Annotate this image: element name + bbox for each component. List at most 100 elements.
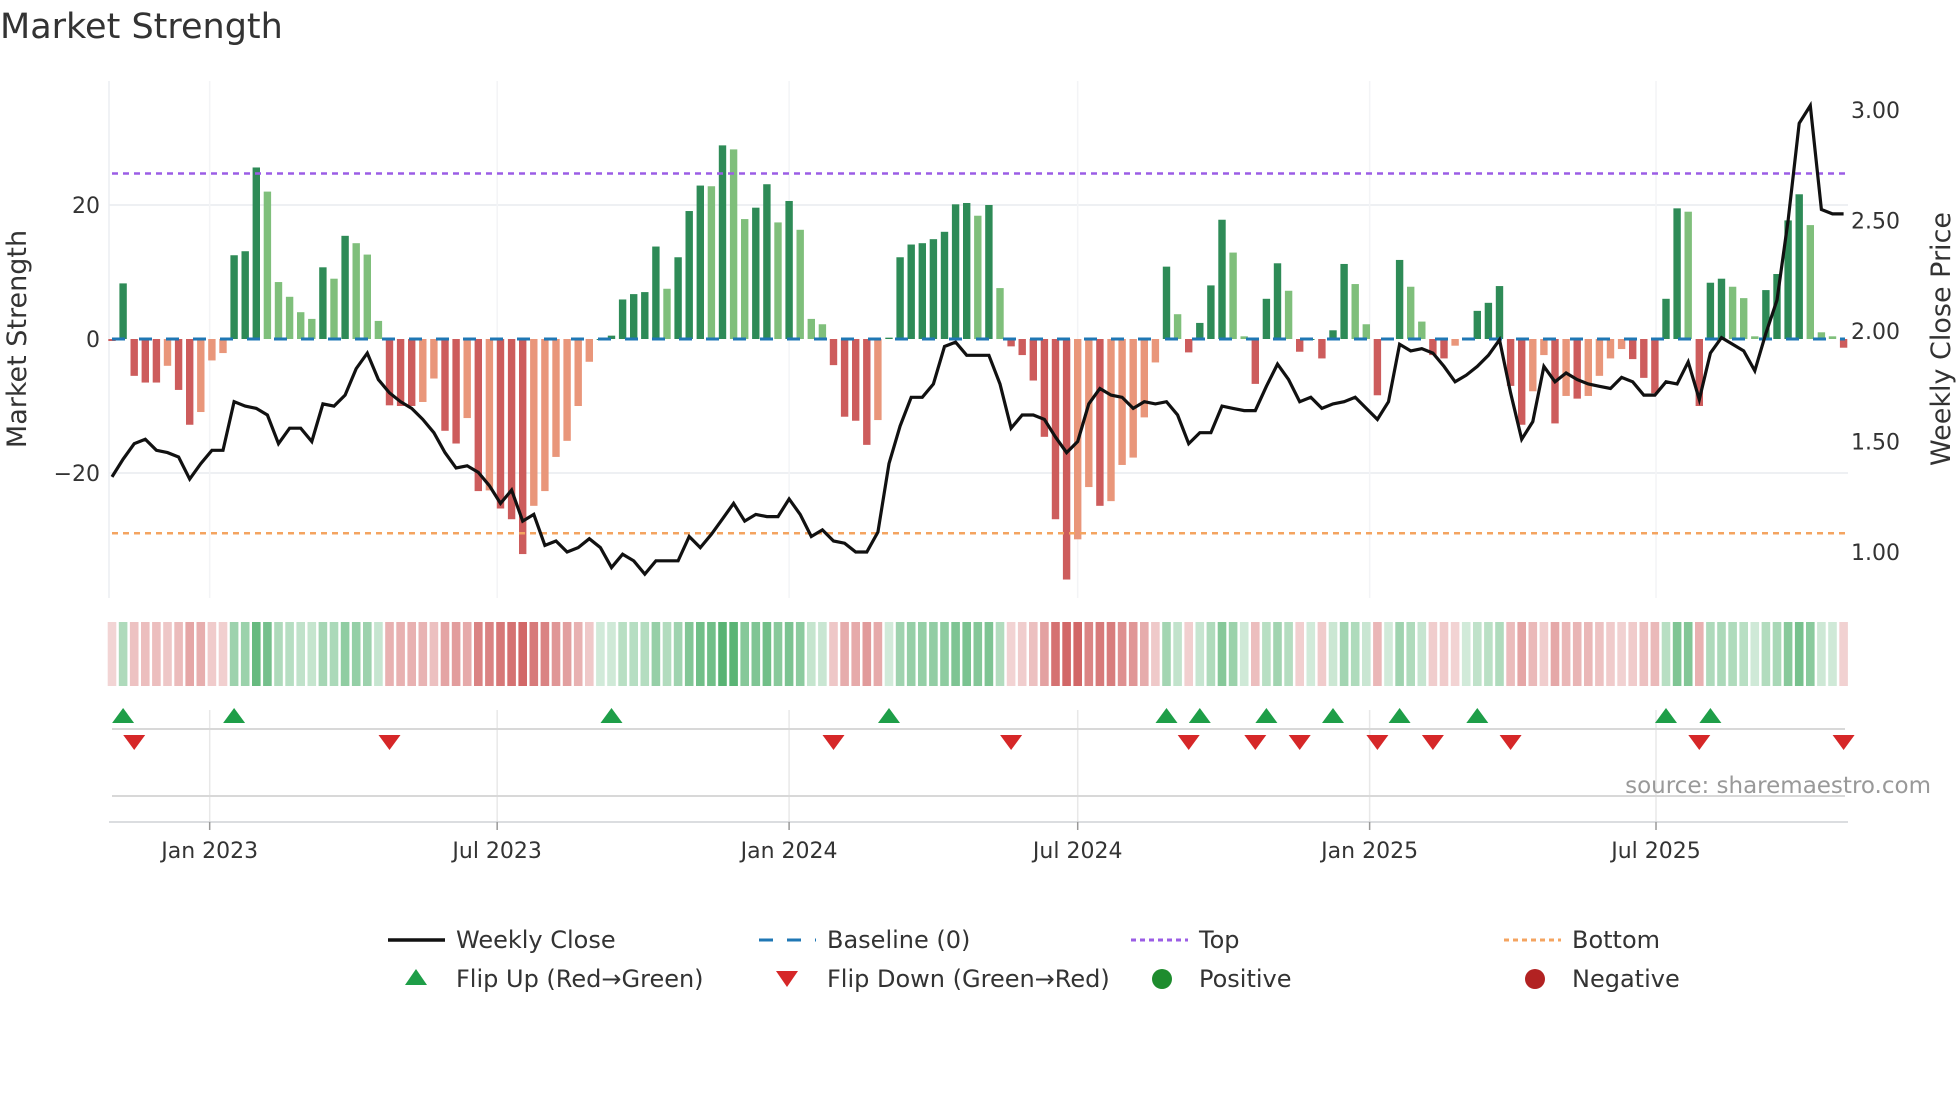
strip-cell (1695, 622, 1704, 686)
strip-cell (529, 622, 539, 686)
strength-bar (297, 312, 305, 339)
strength-bar (341, 235, 349, 339)
legend-label: Bottom (1572, 926, 1660, 954)
strength-bar (174, 339, 183, 390)
chart-title: Market Strength (0, 7, 283, 47)
strength-bar (1207, 285, 1215, 339)
strip-cell (640, 622, 650, 686)
triangle-up-icon (405, 969, 427, 985)
legend-label: Weekly Close (456, 926, 616, 954)
strength-bar (829, 339, 838, 366)
flip-up-marker (1155, 708, 1178, 723)
strength-bar (1540, 339, 1548, 356)
strip-cell (1572, 622, 1582, 686)
strength-bar (374, 320, 383, 339)
strength-bar (1262, 298, 1271, 339)
strip-cell (1084, 622, 1094, 686)
y-tick-label: 0 (86, 328, 100, 353)
strip-cell (740, 622, 749, 686)
strength-bar (419, 339, 427, 402)
strip-cell (1650, 622, 1660, 686)
legend-label: Top (1198, 926, 1240, 954)
strength-bar (1595, 339, 1604, 376)
strip-cell (1439, 622, 1449, 686)
flip-up-marker (878, 708, 900, 723)
strip-cell (1839, 622, 1848, 686)
strength-bar (685, 211, 693, 339)
strip-cell (1739, 622, 1748, 686)
strip-cell (1128, 622, 1138, 686)
strip-cell (918, 622, 927, 686)
strength-bar (1140, 339, 1148, 418)
strip-cell (1306, 622, 1316, 686)
strip-cell (1117, 622, 1127, 686)
legend-label: Flip Down (Green→Red) (827, 965, 1110, 993)
legend-item-flip_up: Flip Up (Red→Green) (405, 965, 704, 993)
strip-cell (1606, 622, 1615, 686)
strip-cell (573, 622, 583, 686)
flip-up-marker (1655, 708, 1677, 723)
x-tick-label: Jul 2024 (1031, 839, 1123, 864)
strength-bar (1395, 259, 1404, 339)
strength-bar (1273, 263, 1282, 339)
flip-down-marker (123, 735, 146, 750)
strength-bar (896, 257, 904, 339)
strength-bar (974, 215, 982, 339)
flip-up-marker (1322, 708, 1344, 723)
strength-bar (618, 299, 627, 339)
strength-bar (674, 257, 682, 339)
strip-cell (129, 622, 139, 686)
strength-bar (652, 246, 660, 339)
strength-bar (1362, 324, 1370, 339)
strength-bar (274, 282, 283, 339)
strength-bar (1518, 339, 1526, 425)
strip-cell (1339, 622, 1349, 686)
strip-cell (1417, 622, 1427, 686)
strip-cell (1073, 622, 1082, 686)
source-label: source: sharemaestro.com (1625, 773, 1931, 799)
flip-down-marker (1000, 735, 1023, 750)
left-axis-ticks: 20 0 −20 (54, 194, 100, 487)
strength-bar (1640, 339, 1648, 378)
strip-cell (318, 622, 328, 686)
y2-tick-label: 2.00 (1851, 320, 1900, 345)
strip-cell (651, 622, 661, 686)
legend-item-top: Top (1131, 926, 1240, 954)
strip-cell (973, 622, 983, 686)
strength-bar (285, 296, 294, 339)
strip-cell (1528, 622, 1538, 686)
y-axis-title: Market Strength (2, 230, 33, 448)
strip-cell (1495, 622, 1504, 686)
strip-cell (351, 622, 361, 686)
strength-bar (585, 339, 593, 362)
strip-cell (551, 622, 561, 686)
strip-cell (1672, 622, 1682, 686)
strength-bar (1584, 339, 1592, 396)
strength-bar (1495, 286, 1504, 339)
strength-bar (885, 337, 893, 339)
strip-cell (1217, 622, 1227, 686)
strip-cell (1140, 622, 1149, 686)
strength-bar (918, 243, 926, 339)
strength-bar (663, 288, 671, 339)
strip-cell (940, 622, 949, 686)
strength-bar (630, 294, 638, 339)
strip-cell (995, 622, 1005, 686)
y2-axis-title: Weekly Close Price (1926, 212, 1957, 466)
strength-bar (152, 339, 161, 383)
strip-cell (1317, 622, 1327, 686)
strength-bar (785, 200, 793, 339)
strength-bar (1196, 322, 1204, 339)
strip-cell (795, 622, 805, 686)
strip-cell (252, 622, 261, 686)
legend-label: Flip Up (Red→Green) (456, 965, 704, 993)
strength-bar (1751, 336, 1759, 339)
strip-cell (884, 622, 894, 686)
strip-cell (1750, 622, 1760, 686)
strip-cell (1539, 622, 1549, 686)
strip-cell (1017, 622, 1027, 686)
strip-cell (1584, 622, 1593, 686)
flip-up-marker (1255, 708, 1278, 723)
strip-cell (1450, 622, 1460, 686)
strip-cell (1173, 622, 1182, 686)
